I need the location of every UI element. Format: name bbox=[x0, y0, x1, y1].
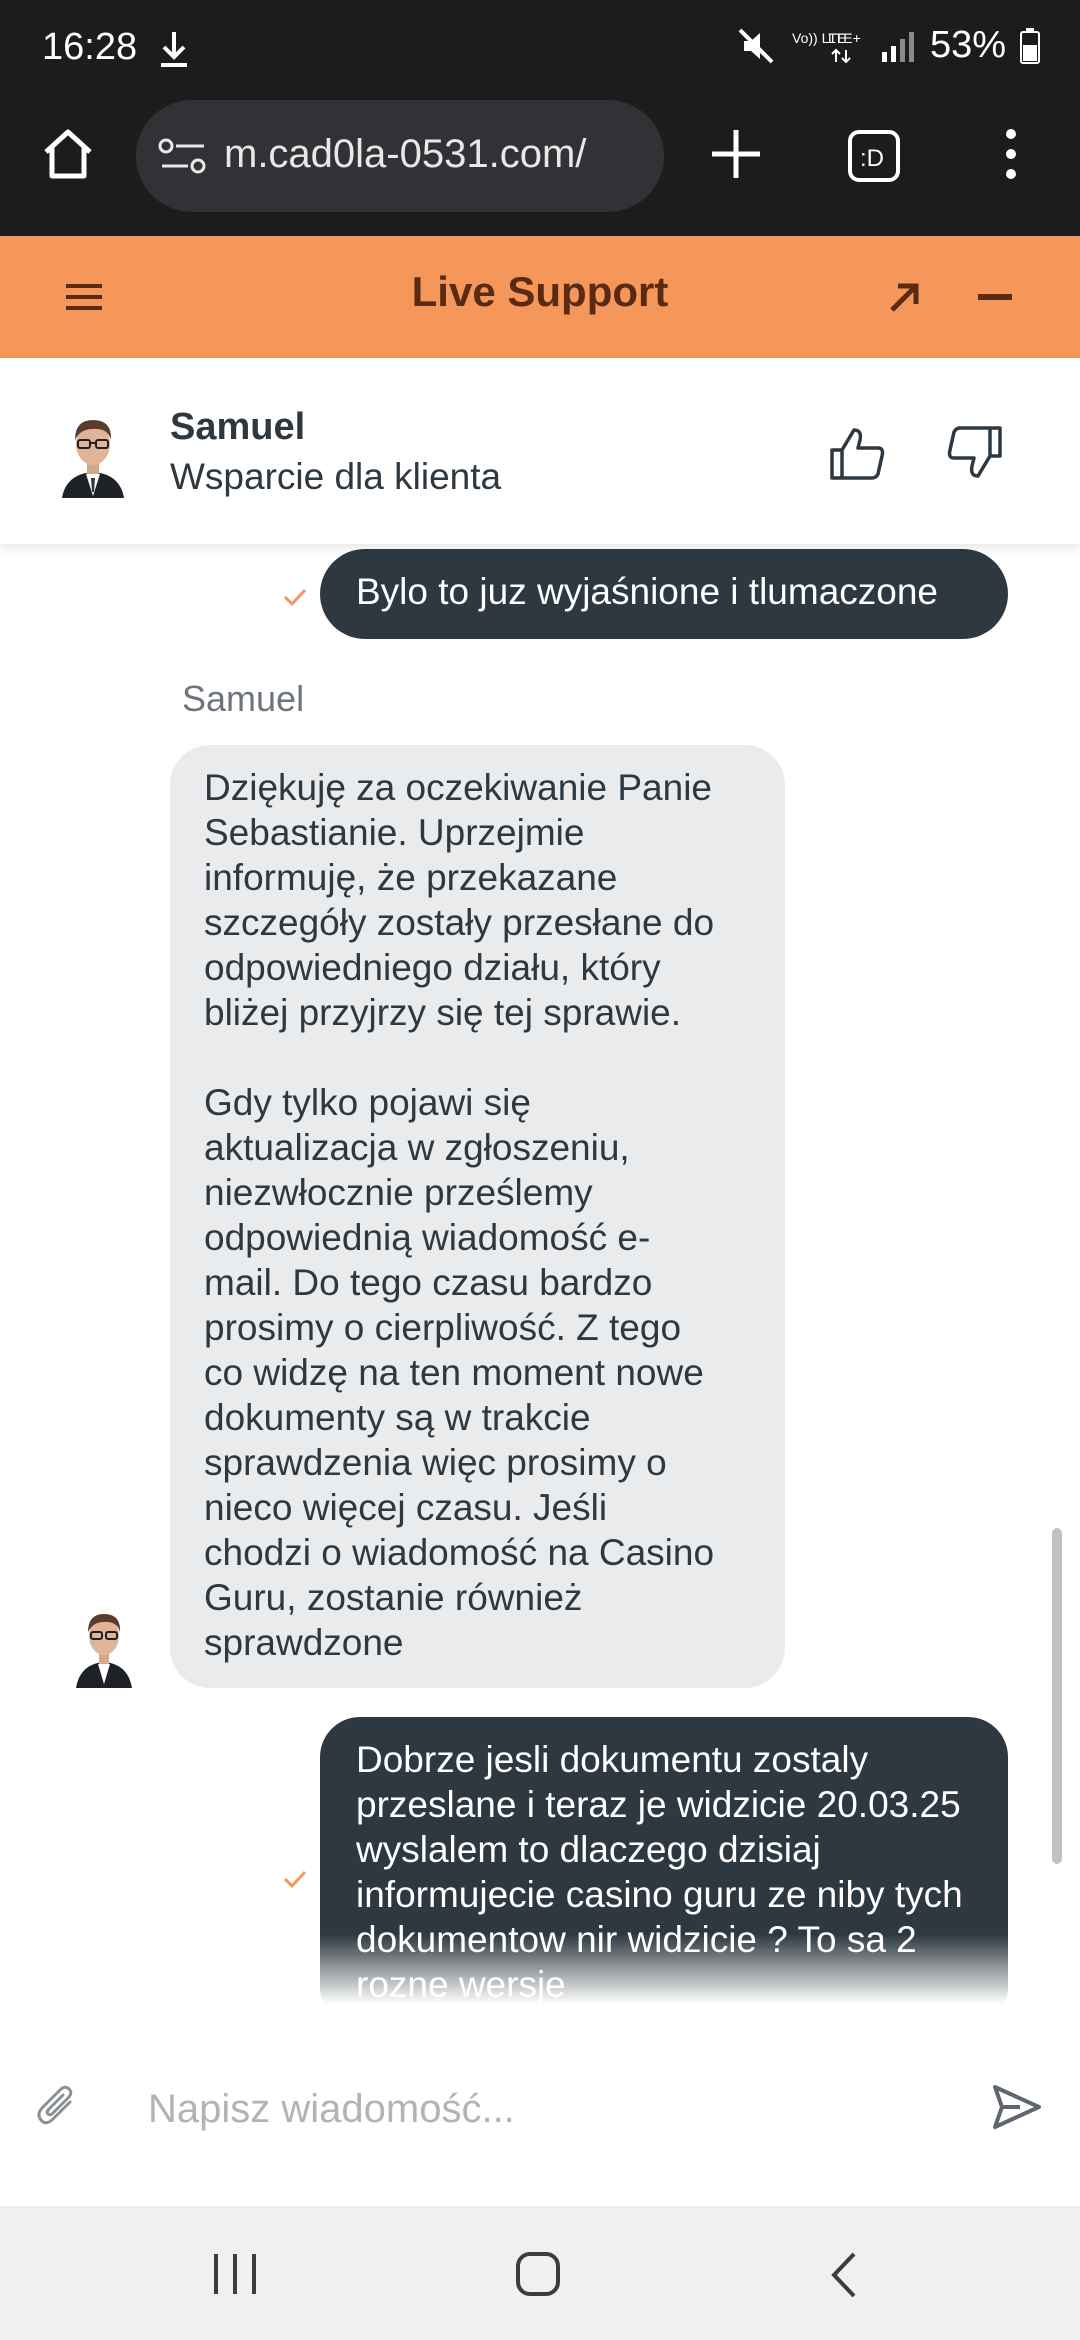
scroll-fade bbox=[0, 1934, 1080, 2004]
agent-role: Wsparcie dla klienta bbox=[170, 456, 502, 497]
sender-name: Samuel bbox=[182, 678, 305, 719]
browser-toolbar: m.cad0la-0531.com/ :D bbox=[0, 100, 1080, 236]
nav-home-icon[interactable] bbox=[514, 2250, 562, 2298]
network-label-2: LTE+ bbox=[828, 30, 861, 46]
avatar bbox=[62, 420, 124, 498]
live-support-header: Live Support bbox=[0, 236, 1080, 358]
agent-info: Samuel Wsparcie dla klienta bbox=[0, 358, 1080, 544]
tabs-icon[interactable]: :D bbox=[846, 128, 902, 184]
scrollbar[interactable] bbox=[1052, 1528, 1062, 1864]
message-input[interactable] bbox=[148, 2074, 948, 2144]
status-bar: 16:28 Vo)) LTE LTE+ 53% bbox=[0, 0, 1080, 100]
user-message: Bylo to juz wyjaśnione i tlumaczone bbox=[320, 549, 1008, 639]
minimize-icon[interactable] bbox=[978, 294, 1012, 300]
battery-icon bbox=[1020, 27, 1040, 64]
check-icon bbox=[283, 588, 307, 607]
system-nav-bar bbox=[0, 2206, 1080, 2340]
thumb-up-icon[interactable] bbox=[828, 424, 886, 482]
agent-name: Samuel bbox=[170, 406, 306, 448]
home-icon[interactable] bbox=[38, 124, 98, 184]
network-type-icon: Vo)) LTE LTE+ bbox=[792, 30, 861, 63]
address-bar[interactable]: m.cad0la-0531.com/ bbox=[136, 100, 664, 212]
kebab-icon[interactable] bbox=[996, 124, 1026, 184]
agent-message: Dziękuję za oczekiwanie Panie Sebastiani… bbox=[170, 745, 785, 1688]
back-icon[interactable] bbox=[828, 2250, 858, 2300]
status-time: 16:28 bbox=[42, 26, 138, 68]
thumb-down-icon[interactable] bbox=[946, 424, 1004, 482]
send-icon[interactable] bbox=[992, 2084, 1042, 2130]
signal-icon bbox=[881, 31, 914, 62]
avatar bbox=[76, 1614, 132, 1688]
attach-icon[interactable] bbox=[36, 2082, 76, 2130]
check-icon bbox=[283, 1870, 307, 1889]
recents-icon[interactable] bbox=[210, 2252, 260, 2296]
status-icons: Vo)) LTE LTE+ 53% bbox=[736, 24, 1040, 67]
mute-icon bbox=[738, 28, 774, 63]
message-composer bbox=[0, 2004, 1080, 2206]
url-text[interactable]: m.cad0la-0531.com/ bbox=[224, 132, 654, 177]
battery-percent: 53% bbox=[929, 24, 1006, 66]
svg-text::D: :D bbox=[860, 145, 884, 172]
popout-icon[interactable] bbox=[884, 276, 926, 318]
download-icon bbox=[161, 32, 187, 67]
settings-icon[interactable] bbox=[158, 136, 208, 176]
chat-messages[interactable]: Bylo to juz wyjaśnione i tlumaczone Samu… bbox=[0, 544, 1080, 2004]
plus-icon[interactable] bbox=[706, 124, 766, 184]
